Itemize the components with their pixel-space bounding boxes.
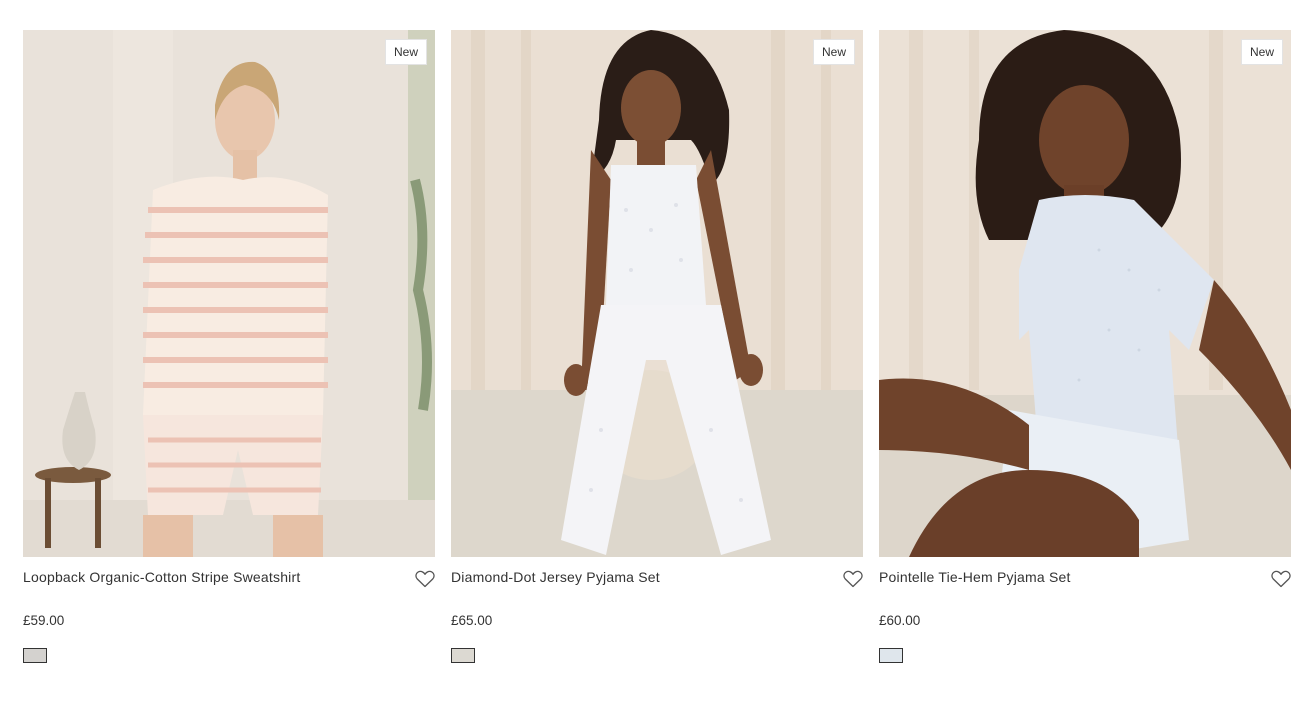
new-badge: New <box>1240 39 1283 65</box>
product-card[interactable]: New Loopback Organic-Cotton Stripe Sweat… <box>23 30 435 663</box>
heart-outline-icon[interactable] <box>415 570 435 588</box>
product-price: £60.00 <box>879 613 921 628</box>
product-price: £65.00 <box>451 613 493 628</box>
heart-outline-icon[interactable] <box>1271 570 1291 588</box>
product-info: Diamond-Dot Jersey Pyjama Set £65.00 <box>451 557 863 663</box>
product-grid: New Loopback Organic-Cotton Stripe Sweat… <box>23 30 1291 663</box>
product-info: Pointelle Tie-Hem Pyjama Set £60.00 <box>879 557 1291 663</box>
product-name[interactable]: Diamond-Dot Jersey Pyjama Set <box>451 569 863 586</box>
colour-swatch[interactable] <box>879 648 903 663</box>
product-image[interactable]: New <box>879 30 1291 557</box>
product-image[interactable]: New <box>23 30 435 557</box>
product-name[interactable]: Loopback Organic-Cotton Stripe Sweatshir… <box>23 569 435 586</box>
product-image[interactable]: New <box>451 30 863 557</box>
new-badge: New <box>384 39 427 65</box>
product-card[interactable]: New Pointelle Tie-Hem Pyjama Set £60.00 <box>879 30 1291 663</box>
product-info: Loopback Organic-Cotton Stripe Sweatshir… <box>23 557 435 663</box>
product-card[interactable]: New Diamond-Dot Jersey Pyjama Set £65.00 <box>451 30 863 663</box>
colour-swatch[interactable] <box>23 648 47 663</box>
product-price: £59.00 <box>23 613 65 628</box>
heart-outline-icon[interactable] <box>843 570 863 588</box>
new-badge: New <box>812 39 855 65</box>
colour-swatch[interactable] <box>451 648 475 663</box>
product-name[interactable]: Pointelle Tie-Hem Pyjama Set <box>879 569 1291 586</box>
